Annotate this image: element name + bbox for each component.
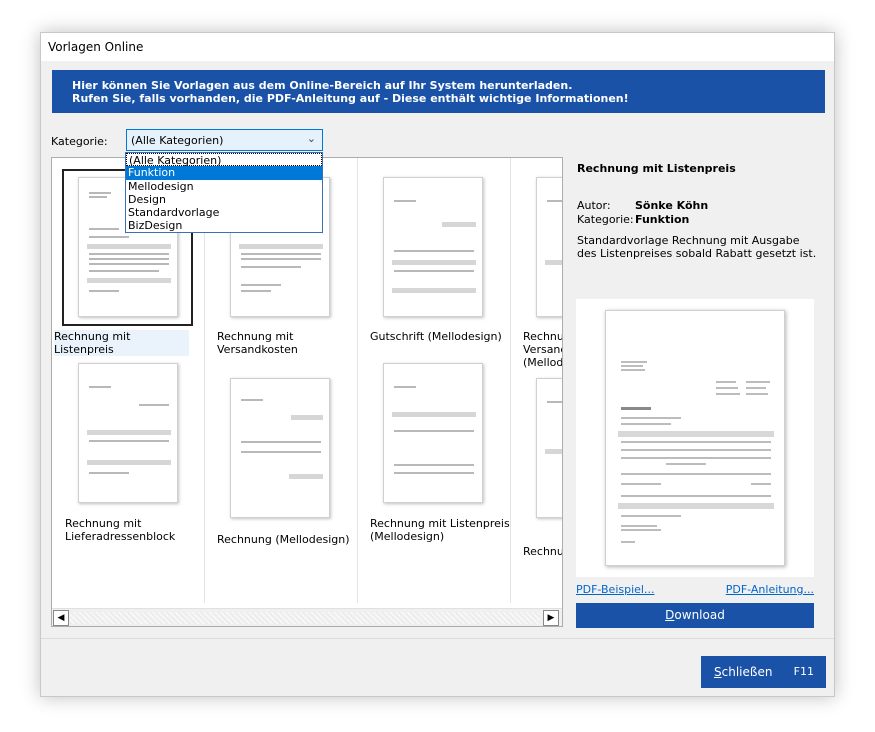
chevron-down-icon[interactable]: ⌄	[307, 132, 316, 145]
detail-description: Standardvorlage Rechnung mit Ausgabe des…	[577, 234, 817, 260]
close-button[interactable]: Schließen F11	[701, 656, 826, 688]
pdf-manual-link[interactable]: PDF-Anleitung...	[726, 583, 814, 596]
template-thumbnail[interactable]	[78, 363, 178, 503]
banner-line-2: Rufen Sie, falls vorhanden, die PDF-Anle…	[72, 92, 629, 105]
preview-page	[605, 310, 785, 566]
close-shortcut-key: F11	[793, 665, 814, 678]
banner-line-1: Hier können Sie Vorlagen aus dem Online-…	[72, 79, 573, 92]
template-preview	[576, 299, 814, 577]
template-caption[interactable]: Rechnur	[523, 545, 562, 558]
template-thumbnail[interactable]	[230, 378, 330, 518]
category-label: Kategorie:	[51, 135, 108, 148]
category-option[interactable]: Standardvorlage	[126, 206, 322, 219]
category-option[interactable]: (Alle Kategorien)	[126, 153, 322, 167]
author-label: Autor:	[577, 199, 611, 212]
info-banner: Hier können Sie Vorlagen aus dem Online-…	[52, 70, 825, 113]
template-thumbnail[interactable]	[536, 177, 562, 317]
template-thumbnail[interactable]	[383, 363, 483, 503]
pdf-example-link[interactable]: PDF-Beispiel...	[576, 583, 654, 596]
dialog-window: Vorlagen Online Hier können Sie Vorlagen…	[40, 32, 835, 697]
template-caption[interactable]: Rechnung mit Listenpreis	[54, 330, 189, 356]
scroll-right-button[interactable]: ▶	[543, 610, 559, 626]
category-row: Kategorie:Funktion	[577, 213, 689, 226]
category-select-value: (Alle Kategorien)	[131, 134, 224, 147]
template-caption[interactable]: Gutschrift (Mellodesign)	[370, 330, 505, 343]
category-option[interactable]: Funktion	[126, 166, 322, 180]
category-option[interactable]: BizDesign	[126, 219, 322, 232]
template-thumbnail[interactable]	[536, 378, 562, 518]
footer-divider	[41, 638, 834, 639]
detail-category-label: Kategorie:	[577, 213, 634, 226]
author-row: Autor: Sönke Köhn	[577, 199, 708, 212]
detail-title: Rechnung mit Listenpreis	[577, 162, 736, 175]
category-option[interactable]: Mellodesign	[126, 180, 322, 193]
column-divider	[510, 158, 511, 603]
download-button[interactable]: Download	[576, 603, 814, 628]
template-caption[interactable]: Rechnung (Mellodesign)	[217, 533, 352, 546]
template-thumbnail[interactable]	[383, 177, 483, 317]
author-value: Sönke Köhn	[635, 199, 709, 212]
template-caption[interactable]: Rechnur Versand (Mellode	[523, 330, 562, 369]
window-title: Vorlagen Online	[41, 33, 834, 61]
scroll-left-button[interactable]: ◀	[53, 610, 69, 626]
detail-category-value: Funktion	[635, 213, 690, 226]
scrollbar-track[interactable]	[70, 612, 540, 624]
horizontal-scrollbar[interactable]: ◀ ▶	[52, 608, 562, 626]
template-caption[interactable]: Rechnung mit Lieferadressenblock	[65, 517, 200, 543]
category-select[interactable]: (Alle Kategorien) ⌄	[126, 129, 323, 151]
template-caption[interactable]: Rechnung mit Listenpreis (Mellodesign)	[370, 517, 510, 543]
template-caption[interactable]: Rechnung mit Versandkosten	[217, 330, 352, 356]
category-option[interactable]: Design	[126, 193, 322, 206]
column-divider	[357, 158, 358, 603]
category-dropdown-list[interactable]: (Alle Kategorien) Funktion Mellodesign D…	[125, 152, 323, 233]
